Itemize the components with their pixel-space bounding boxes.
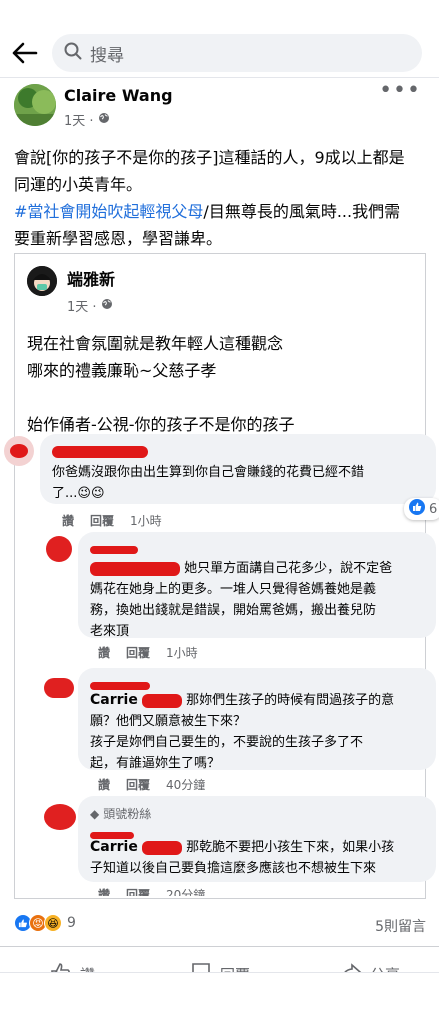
comment-text: 了...😉😉 [52, 486, 105, 501]
comment-text-line: Carrie 那妳們生孩子的時候有問過孩子的意 [90, 690, 424, 711]
comment-text: 你爸媽沒跟你由出生算到你自己會賺錢的花費已經不錯 [52, 465, 365, 480]
comment-text: 願？他們又願意被生下來？ [90, 714, 247, 729]
comment-text: 務，換她出錢就是錯誤，開始罵爸媽，搬出養兒防 [90, 603, 377, 618]
comment-actions: 讚 回覆 1小時 [62, 512, 162, 529]
badge-label: 頭號粉絲 [103, 807, 152, 821]
search-icon [64, 42, 82, 64]
back-arrow-icon[interactable] [8, 36, 42, 70]
redacted-name [52, 446, 148, 458]
comment-time: 1小時 [130, 514, 162, 528]
comment-text: 老來頂 [90, 624, 130, 639]
comment: ◆ 頭號粉絲 Carrie 那乾脆不要把小孩生下來，如果小孩 子知道以後自己要負… [0, 796, 439, 896]
post-header: Claire Wang 1天 · ••• [14, 78, 425, 130]
post-meta: 1天 · [64, 110, 110, 129]
post-time[interactable]: 1天 · [64, 110, 94, 129]
comment-bubble: 她只單方面講自己花多少，說不定爸 媽花在她身上的更多。一堆人只覺得爸媽養她是義 … [78, 532, 436, 639]
comment-time: 40分鐘 [166, 778, 206, 792]
post-text-line: 要重新學習感恩，學習謙卑。 [14, 229, 223, 248]
commenter-name[interactable]: Carrie [90, 839, 138, 855]
comment-bubble: ◆ 頭號粉絲 Carrie 那乾脆不要把小孩生下來，如果小孩 子知道以後自己要負… [78, 796, 436, 882]
comment-actions: 讚 回覆 1小時 [98, 644, 198, 661]
comment-text-line: Carrie 那乾脆不要把小孩生下來，如果小孩 [90, 837, 424, 858]
blank-area [0, 973, 439, 1024]
shared-text: 現在社會氛圍就是教年輕人這種觀念 哪來的禮義廉恥~父慈子孝 始作俑者-公視-你的… [27, 330, 417, 438]
comment-text: 那妳們生孩子的時候有問過孩子的意 [186, 693, 395, 708]
avatar[interactable] [44, 804, 76, 830]
post-text: 會說[你的孩子不是你的孩子]這種話的人，9成以上都是 同運的小英青年。 #當社會… [14, 144, 430, 252]
shared-text-line: 現在社會氛圍就是教年輕人這種觀念 [27, 334, 284, 353]
more-options-icon[interactable]: ••• [379, 78, 421, 103]
commenter-name[interactable]: Carrie [90, 692, 138, 708]
redacted-name [90, 546, 138, 554]
search-input[interactable]: 搜尋 [52, 34, 422, 72]
avatar[interactable] [14, 84, 56, 126]
reply-comment-button[interactable]: 回覆 [126, 644, 150, 661]
haha-reaction-icon: 😆 [44, 914, 62, 932]
comment: Carrie 那妳們生孩子的時候有問過孩子的意 願？他們又願意被生下來？ 孩子是… [0, 668, 439, 792]
comment-time: 20分鐘 [166, 888, 206, 896]
globe-icon [101, 298, 113, 314]
comment-text: 媽花在她身上的更多。一堆人只覺得爸媽養她是義 [90, 582, 377, 597]
redacted-name [141, 840, 182, 855]
reactions[interactable]: 😡 😆 9 [14, 914, 76, 932]
comment-actions: 讚 回覆 40分鐘 [98, 776, 205, 793]
comment-actions: 讚 回覆 20分鐘 [98, 886, 205, 896]
hashtag-link[interactable]: #當社會開始吹起輕視父母 [14, 202, 203, 221]
like-reaction-icon [409, 499, 425, 519]
comment-text-line: 她只單方面講自己花多少，說不定爸 [90, 558, 424, 579]
globe-icon [98, 112, 110, 128]
redacted-name [141, 693, 182, 708]
shared-author[interactable]: 端雅新 [67, 266, 115, 290]
post-text-line: 同運的小英青年。 [14, 175, 143, 194]
shared-text-line: 哪來的禮義廉恥~父慈子孝 [27, 361, 217, 380]
shared-author-avatar[interactable] [27, 266, 57, 296]
reply-comment-button[interactable]: 回覆 [90, 512, 114, 529]
post-text-fragment: /目無尊長的風氣時...我們需 [203, 202, 401, 221]
avatar[interactable] [44, 678, 74, 698]
comment-time: 1小時 [166, 646, 198, 660]
comment-text: 子知道以後自己要負擔這麼多應該也不想被生下來 [90, 861, 377, 876]
top-fan-badge: ◆ 頭號粉絲 [90, 804, 424, 825]
reaction-count: 6 [429, 501, 438, 517]
comment-text: 那乾脆不要把小孩生下來，如果小孩 [186, 840, 395, 855]
comment: 她只單方面講自己花多少，說不定爸 媽花在她身上的更多。一堆人只覺得爸媽養她是義 … [0, 532, 439, 662]
comment-text: 她只單方面講自己花多少，說不定爸 [184, 561, 393, 576]
avatar[interactable] [46, 536, 72, 562]
shared-meta: 1天 · [67, 296, 113, 315]
reply-comment-button[interactable]: 回覆 [126, 886, 150, 896]
redacted-name [90, 561, 180, 576]
like-comment-button[interactable]: 讚 [62, 512, 74, 529]
post-text-line: #當社會開始吹起輕視父母/目無尊長的風氣時...我們需 [14, 198, 430, 225]
like-comment-button[interactable]: 讚 [98, 644, 110, 661]
post-author[interactable]: Claire Wang [64, 86, 173, 105]
reaction-count: 9 [67, 915, 76, 931]
avatar[interactable] [4, 436, 34, 466]
comment-bubble: 你爸媽沒跟你由出生算到你自己會賺錢的花費已經不錯 了...😉😉 [40, 434, 436, 504]
like-comment-button[interactable]: 讚 [98, 886, 110, 896]
comment-text: 起，有誰逼妳生了嗎？ [90, 756, 221, 771]
comment-text: 孩子是妳們自己要生的，不要說的生孩子多了不 [90, 735, 364, 750]
like-comment-button[interactable]: 讚 [98, 776, 110, 793]
comment-reactions[interactable]: 6 [404, 498, 439, 520]
reaction-summary: 😡 😆 9 5則留言 [14, 914, 426, 938]
redacted-name [90, 682, 150, 690]
search-placeholder: 搜尋 [90, 45, 124, 66]
post-text-line: 會說[你的孩子不是你的孩子]這種話的人，9成以上都是 [14, 148, 405, 167]
reply-comment-button[interactable]: 回覆 [126, 776, 150, 793]
comment-bubble: Carrie 那妳們生孩子的時候有問過孩子的意 願？他們又願意被生下來？ 孩子是… [78, 668, 436, 771]
shared-time[interactable]: 1天 · [67, 296, 97, 315]
top-bar: 搜尋 [0, 0, 439, 78]
comments-count[interactable]: 5則留言 [375, 916, 426, 936]
comment: 你爸媽沒跟你由出生算到你自己會賺錢的花費已經不錯 了...😉😉 6 讚 回覆 1… [0, 432, 439, 529]
diamond-icon: ◆ [90, 807, 100, 821]
